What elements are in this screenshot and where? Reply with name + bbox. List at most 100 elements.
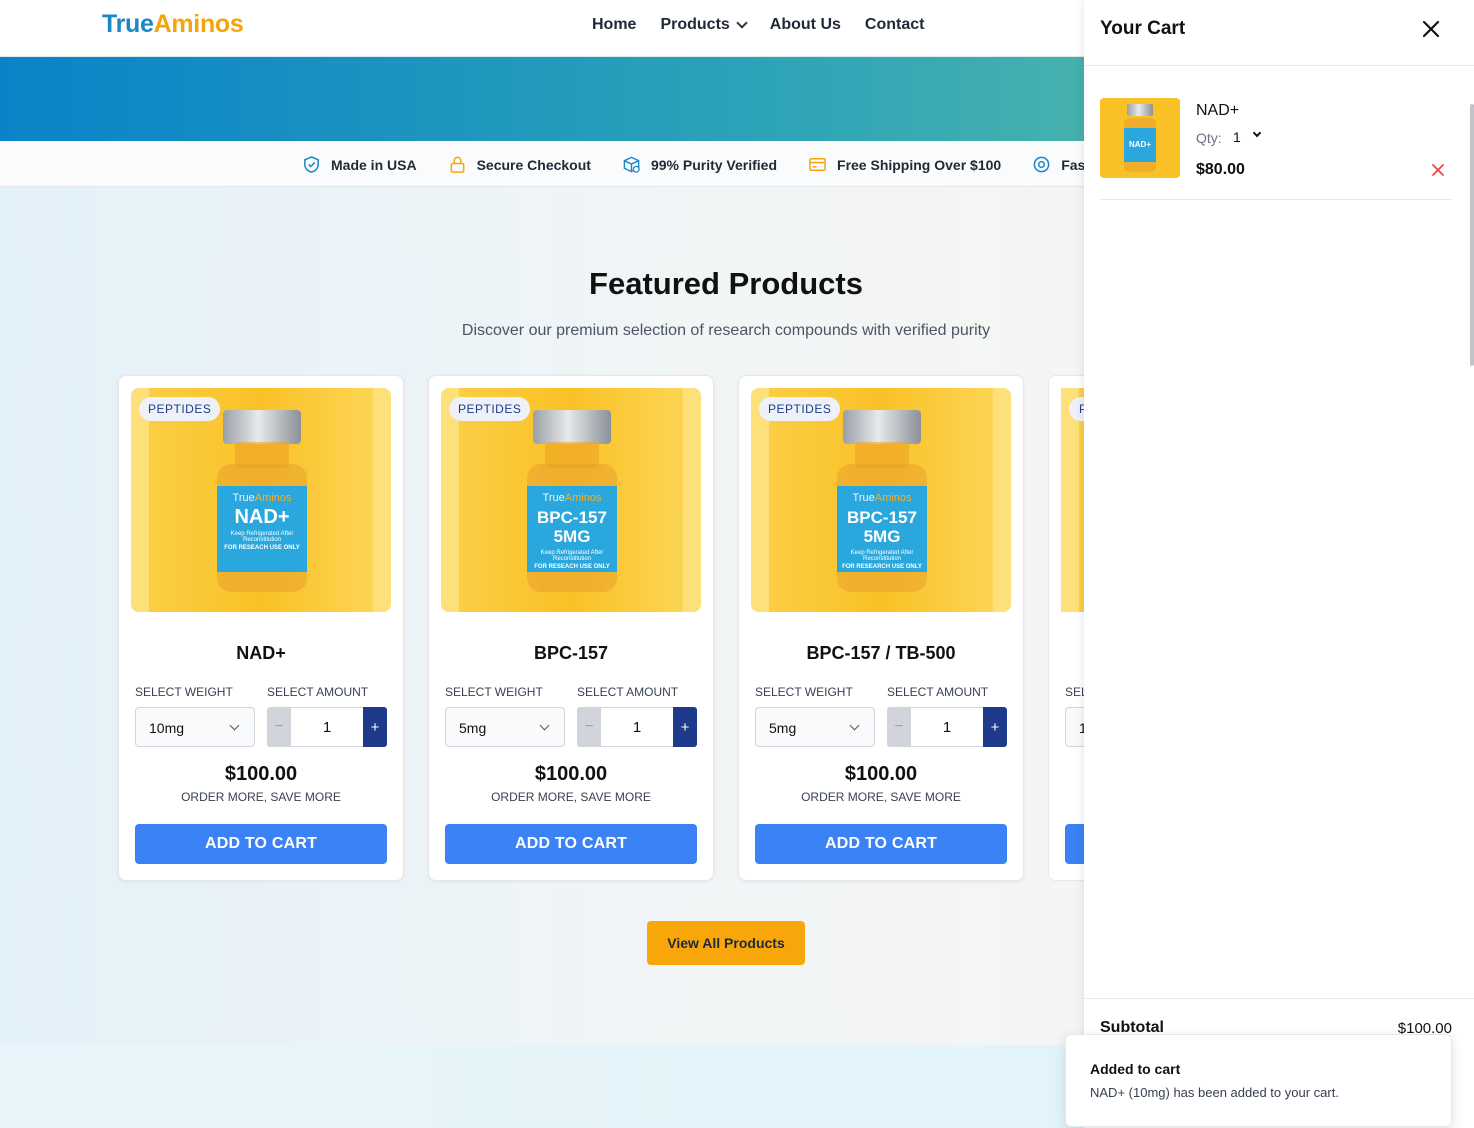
decrease-button[interactable]: −: [267, 707, 291, 747]
trust-made-in-usa: Made in USA: [302, 155, 417, 174]
decrease-button[interactable]: −: [887, 707, 911, 747]
save-note: ORDER MORE, SAVE MORE: [801, 790, 961, 804]
thumb-label: NAD+: [1124, 128, 1156, 162]
trust-label: 99% Purity Verified: [650, 156, 778, 173]
increase-button[interactable]: +: [673, 707, 697, 747]
quantity-input[interactable]: 1: [911, 707, 983, 747]
clock-icon: [1033, 156, 1050, 173]
logo[interactable]: TrueAminos: [102, 10, 244, 39]
cart-item-name: NAD+: [1196, 102, 1240, 119]
box-check-icon: [623, 156, 640, 173]
cart-drawer: Your Cart NAD+ NAD+ Qty: 1 $80.00 Subtot…: [1084, 0, 1474, 1128]
weight-value: 5mg: [459, 720, 487, 736]
quantity-stepper: − 1 +: [577, 707, 697, 747]
trust-purity: 99% Purity Verified: [622, 155, 777, 174]
toast-title: Added to cart: [1090, 1061, 1181, 1077]
nav-about-label: About Us: [769, 16, 841, 33]
product-price: $100.00: [844, 763, 918, 785]
chevron-down-icon: [736, 17, 748, 29]
category-badge: PEPTIDES: [139, 397, 221, 421]
decrease-button[interactable]: −: [577, 707, 601, 747]
remove-item-button[interactable]: [1430, 162, 1446, 178]
product-image[interactable]: PEPTIDES TrueAminos NAD+ Keep Refrigerat…: [131, 388, 391, 612]
product-card: PEPTIDES TrueAminos NAD+ Keep Refrigerat…: [118, 375, 404, 881]
chevron-down-icon: [229, 720, 240, 731]
product-name[interactable]: NAD+: [119, 643, 403, 664]
chevron-down-icon: [849, 720, 860, 731]
vial-note: Keep Refrigerated After Reconstitution: [230, 531, 294, 543]
view-all-products-button[interactable]: View All Products: [647, 921, 805, 965]
vial-image: TrueAminos BPC-157 5MG Keep Refrigerated…: [837, 410, 927, 594]
vial-ruo: FOR RESEACH USE ONLY: [534, 564, 610, 570]
cart-header: Your Cart: [1084, 0, 1474, 66]
category-badge: PEPTIDES: [449, 397, 531, 421]
vial-brand-accent: Aminos: [254, 492, 292, 504]
increase-button[interactable]: +: [983, 707, 1007, 747]
weight-select[interactable]: 10mg: [135, 707, 255, 747]
logo-part-true: True: [102, 10, 154, 38]
credit-card-icon: [809, 158, 826, 171]
vial-brand-accent: Aminos: [564, 492, 602, 504]
vial-note: Keep Refrigerated After Reconstitution: [540, 550, 604, 562]
increase-button[interactable]: +: [363, 707, 387, 747]
scrollbar[interactable]: [1470, 104, 1474, 366]
product-card: PEPTIDES TrueAminos BPC-157 5MG Keep Ref…: [428, 375, 714, 881]
nav-about[interactable]: About Us: [770, 16, 841, 34]
vial-brand: True: [542, 492, 565, 504]
add-to-cart-button[interactable]: ADD TO CART: [445, 824, 697, 864]
close-icon: [1422, 20, 1440, 38]
main-nav: Home Products About Us Contact: [592, 16, 924, 34]
vial-ruo: FOR RESEARCH USE ONLY: [842, 564, 922, 570]
quantity-input[interactable]: 1: [601, 707, 673, 747]
vial-note: Keep Refrigerated After Reconstitution: [850, 550, 914, 562]
product-price: $100.00: [534, 763, 608, 785]
vial-label: BPC-157 5MG: [537, 508, 607, 546]
select-amount-label: SELECT AMOUNT: [887, 685, 989, 699]
logo-part-aminos: Aminos: [153, 10, 244, 38]
vial-ruo: FOR RESEACH USE ONLY: [224, 545, 300, 551]
trust-label: Free Shipping Over $100: [837, 156, 1002, 173]
trust-secure-checkout: Secure Checkout: [448, 155, 591, 174]
weight-select[interactable]: 5mg: [445, 707, 565, 747]
cart-item-qty-select[interactable]: 1: [1233, 129, 1241, 145]
select-weight-label: SELECT WEIGHT: [135, 685, 233, 699]
select-amount-label: SELECT AMOUNT: [267, 685, 369, 699]
nav-contact-label: Contact: [864, 16, 925, 33]
close-icon: [1432, 164, 1444, 176]
save-note: ORDER MORE, SAVE MORE: [491, 790, 651, 804]
vial-brand: True: [232, 492, 255, 504]
select-amount-label: SELECT AMOUNT: [577, 685, 679, 699]
close-cart-button[interactable]: [1420, 18, 1442, 40]
vial-label: BPC-157 5MG: [847, 508, 917, 546]
cart-item-price: $80.00: [1196, 161, 1245, 178]
vial-image: TrueAminos BPC-157 5MG Keep Refrigerated…: [527, 410, 617, 594]
vial-label: NAD+: [234, 506, 290, 528]
select-weight-label: SELECT WEIGHT: [755, 685, 853, 699]
select-weight-label: SELECT WEIGHT: [445, 685, 543, 699]
add-to-cart-button[interactable]: ADD TO CART: [135, 824, 387, 864]
vial-brand-accent: Aminos: [874, 492, 912, 504]
product-card: PEPTIDES TrueAminos BPC-157 5MG Keep Ref…: [738, 375, 1024, 881]
chevron-down-icon[interactable]: [1252, 128, 1262, 138]
nav-products-label: Products: [660, 16, 730, 33]
chevron-down-icon: [539, 720, 550, 731]
add-to-cart-button[interactable]: ADD TO CART: [755, 824, 1007, 864]
vial-image: TrueAminos NAD+ Keep Refrigerated After …: [217, 410, 307, 594]
nav-home[interactable]: Home: [592, 16, 636, 34]
cart-item: NAD+ NAD+ Qty: 1 $80.00: [1100, 98, 1452, 200]
weight-select[interactable]: 5mg: [755, 707, 875, 747]
weight-value: 10mg: [149, 720, 185, 736]
shield-check-icon: [304, 156, 319, 173]
product-name[interactable]: BPC-157 / TB-500: [739, 643, 1023, 664]
quantity-stepper: − 1 +: [887, 707, 1007, 747]
product-name[interactable]: BPC-157: [429, 643, 713, 664]
save-note: ORDER MORE, SAVE MORE: [181, 790, 341, 804]
quantity-input[interactable]: 1: [291, 707, 363, 747]
lock-icon: [450, 156, 465, 173]
category-badge: PEPTIDES: [759, 397, 841, 421]
product-image[interactable]: PEPTIDES TrueAminos BPC-157 5MG Keep Ref…: [441, 388, 701, 612]
product-image[interactable]: PEPTIDES TrueAminos BPC-157 5MG Keep Ref…: [751, 388, 1011, 612]
cart-item-thumbnail: NAD+: [1100, 98, 1180, 178]
nav-products[interactable]: Products: [660, 16, 748, 34]
nav-contact[interactable]: Contact: [865, 16, 925, 34]
